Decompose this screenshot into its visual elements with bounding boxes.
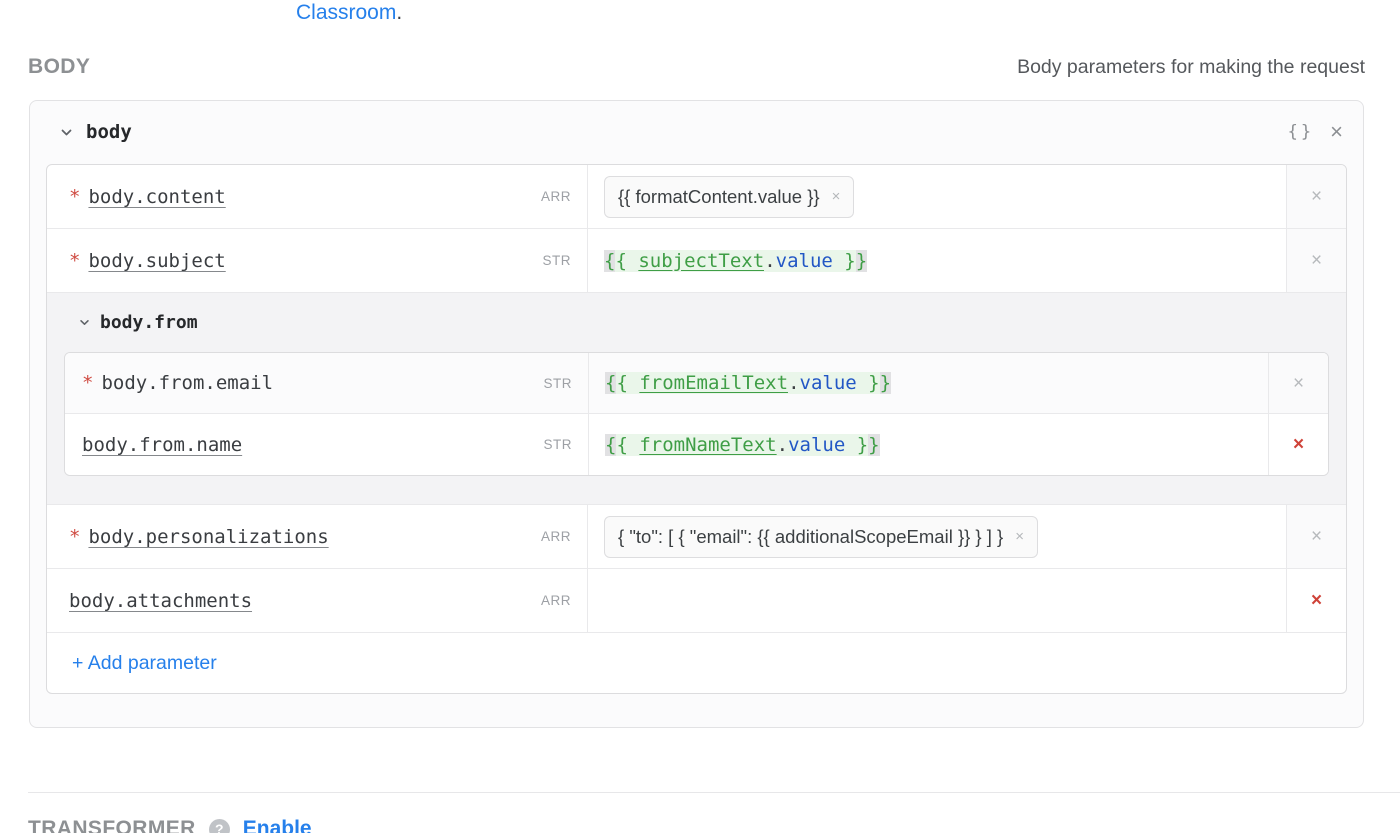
type-badge-str: STR: [544, 376, 573, 391]
delete-row-icon: ×: [1311, 251, 1322, 270]
delete-row-button[interactable]: ×: [1286, 505, 1346, 568]
param-row-personalizations: * body.personalizations ARR { "to": [ { …: [47, 505, 1346, 569]
delete-row-button[interactable]: ×: [1268, 353, 1328, 413]
param-name-cell: * body.from.email STR: [65, 353, 588, 413]
param-value-editor[interactable]: {{ fromEmailText.value }}: [588, 353, 1268, 413]
body-root-row[interactable]: body {} ×: [30, 101, 1363, 163]
required-asterisk: *: [82, 372, 93, 394]
transformer-title: TRANSFORMER: [28, 817, 196, 833]
param-name-content[interactable]: body.content: [88, 186, 225, 208]
template-variable: fromEmailText: [639, 372, 788, 394]
group-label-from: body.from: [100, 312, 198, 333]
type-badge-arr: ARR: [541, 189, 571, 204]
required-asterisk: *: [69, 250, 80, 272]
param-group-from: body.from * body.from.email STR {{ fromE…: [47, 293, 1346, 505]
help-icon[interactable]: ?: [209, 819, 230, 833]
param-name-cell: body.attachments ARR: [47, 569, 587, 632]
classroom-link-line: Classroom.: [296, 1, 402, 25]
body-section-header: BODY Body parameters for making the requ…: [28, 55, 1365, 79]
param-name-cell: * body.personalizations ARR: [47, 505, 587, 568]
template-variable: subjectText: [638, 250, 764, 272]
param-row-from-name: body.from.name STR {{ fromNameText.value…: [65, 414, 1328, 475]
chevron-down-icon[interactable]: [78, 316, 91, 329]
delete-row-icon: ×: [1311, 527, 1322, 546]
chip-remove-icon[interactable]: ×: [1015, 529, 1024, 544]
template-expression: {{ subjectText.value }}: [604, 250, 867, 272]
body-parameters-panel: body {} × * body.content ARR {{ formatCo…: [29, 100, 1364, 728]
template-expression: {{ fromNameText.value }}: [605, 434, 880, 456]
param-value-editor[interactable]: {{ subjectText.value }}: [587, 229, 1286, 292]
param-name-attachments[interactable]: body.attachments: [69, 590, 252, 612]
required-asterisk: *: [69, 526, 80, 548]
type-badge-arr: ARR: [541, 593, 571, 608]
group-header-from[interactable]: body.from: [47, 293, 1346, 352]
parameter-table: * body.content ARR {{ formatContent.valu…: [46, 164, 1347, 694]
param-name-cell: * body.content ARR: [47, 165, 587, 228]
body-section-title: BODY: [28, 55, 90, 79]
param-value-editor[interactable]: {{ fromNameText.value }}: [588, 414, 1268, 475]
json-braces-icon[interactable]: {}: [1288, 122, 1314, 142]
request-editor-page: Classroom. BODY Body parameters for maki…: [0, 0, 1400, 833]
add-parameter-button[interactable]: + Add parameter: [47, 633, 217, 693]
delete-row-icon-red: ×: [1293, 435, 1304, 454]
param-row-from-email: * body.from.email STR {{ fromEmailText.v…: [65, 353, 1328, 414]
close-icon[interactable]: ×: [1330, 121, 1343, 143]
param-row-content: * body.content ARR {{ formatContent.valu…: [47, 165, 1346, 229]
chevron-down-icon[interactable]: [59, 125, 74, 140]
add-parameter-row: + Add parameter: [47, 633, 1346, 693]
type-badge-str: STR: [544, 437, 573, 452]
nested-parameter-table: * body.from.email STR {{ fromEmailText.v…: [64, 352, 1329, 476]
param-value-editor[interactable]: {{ formatContent.value }} ×: [587, 165, 1286, 228]
param-name-subject[interactable]: body.subject: [88, 250, 225, 272]
value-chip-text: {{ formatContent.value }}: [618, 186, 820, 208]
template-expression: {{ fromEmailText.value }}: [605, 372, 891, 394]
classroom-link-period: .: [396, 1, 402, 24]
delete-row-button[interactable]: ×: [1286, 165, 1346, 228]
template-variable: fromNameText: [639, 434, 776, 456]
param-value-editor[interactable]: { "to": [ { "email": {{ additionalScopeE…: [587, 505, 1286, 568]
delete-row-button[interactable]: ×: [1286, 229, 1346, 292]
delete-row-icon: ×: [1293, 374, 1304, 393]
required-asterisk: *: [69, 186, 80, 208]
param-name-from-email[interactable]: body.from.email: [101, 372, 273, 394]
param-value-editor[interactable]: [587, 569, 1286, 632]
param-name-from-name[interactable]: body.from.name: [82, 434, 242, 456]
value-chip: {{ formatContent.value }} ×: [604, 176, 854, 218]
param-name-personalizations[interactable]: body.personalizations: [88, 526, 328, 548]
param-name-cell: * body.subject STR: [47, 229, 587, 292]
transformer-section-header: TRANSFORMER ? Enable: [28, 817, 312, 833]
type-badge-str: STR: [543, 253, 572, 268]
delete-row-icon: ×: [1311, 187, 1322, 206]
classroom-link[interactable]: Classroom: [296, 1, 396, 24]
delete-row-button[interactable]: ×: [1286, 569, 1346, 632]
section-divider: [28, 792, 1400, 793]
delete-row-icon-red: ×: [1311, 591, 1322, 610]
enable-transformer-link[interactable]: Enable: [243, 817, 312, 833]
chip-remove-icon[interactable]: ×: [832, 189, 841, 204]
value-chip: { "to": [ { "email": {{ additionalScopeE…: [604, 516, 1038, 558]
type-badge-arr: ARR: [541, 529, 571, 544]
param-row-attachments: body.attachments ARR ×: [47, 569, 1346, 633]
body-root-label: body: [86, 121, 132, 143]
delete-row-button[interactable]: ×: [1268, 414, 1328, 475]
body-section-description: Body parameters for making the request: [1017, 56, 1365, 79]
param-name-cell: body.from.name STR: [65, 414, 588, 475]
param-row-subject: * body.subject STR {{ subjectText.value …: [47, 229, 1346, 293]
value-chip-text: { "to": [ { "email": {{ additionalScopeE…: [618, 526, 1003, 548]
